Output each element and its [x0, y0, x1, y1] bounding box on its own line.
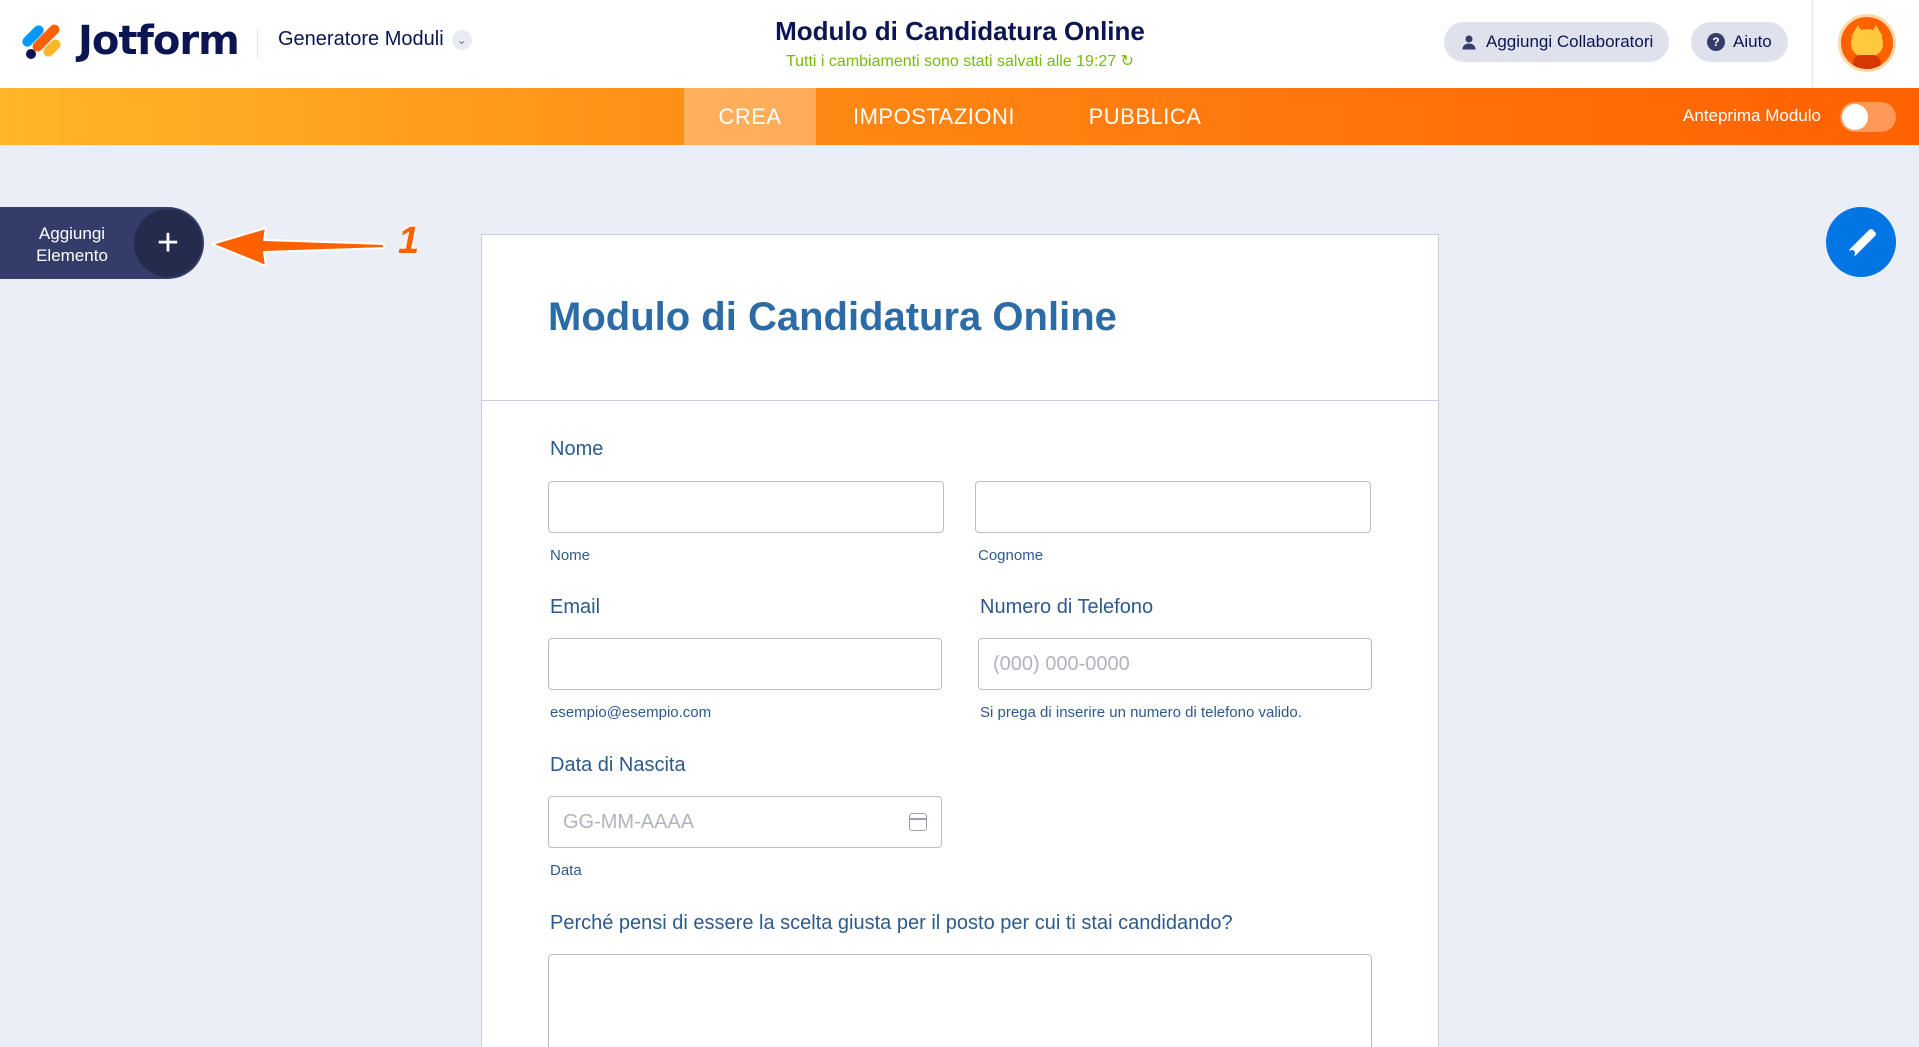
- motivation-label[interactable]: Perché pensi di essere la scelta giusta …: [550, 912, 1233, 935]
- help-label: Aiuto: [1733, 32, 1772, 51]
- chevron-down-icon: ⌄: [451, 29, 472, 50]
- save-status: Tutti i cambiamenti sono stati salvati a…: [785, 53, 1135, 70]
- brand-name: Jotform: [78, 18, 240, 64]
- add-collaborators-label: Aggiungi Collaboratori: [1486, 32, 1654, 51]
- birthdate-placeholder: GG-MM-AAAA: [563, 810, 695, 833]
- add-element-button[interactable]: Aggiungi Elemento +: [0, 207, 204, 279]
- form-preview-label: Anteprima Modulo: [1683, 106, 1821, 125]
- motivation-textarea[interactable]: [548, 954, 1372, 1047]
- form-title-block: Modulo di Candidatura Online Tutti i cam…: [700, 16, 1220, 71]
- form-heading[interactable]: Modulo di Candidatura Online: [548, 295, 1117, 340]
- name-label[interactable]: Nome: [550, 438, 603, 461]
- paint-brush-icon: [1849, 229, 1876, 256]
- divider: [1812, 0, 1813, 88]
- add-collaborators-button[interactable]: Aggiungi Collaboratori: [1444, 22, 1670, 62]
- divider: [257, 28, 258, 58]
- tab-publish[interactable]: PUBBLICA: [1070, 88, 1220, 145]
- user-icon: [1460, 33, 1478, 51]
- form-header: Modulo di Candidatura Online: [482, 235, 1438, 401]
- builder-nav-bar: CREA IMPOSTAZIONI PUBBLICA: [0, 88, 1919, 145]
- calendar-icon[interactable]: [909, 813, 927, 831]
- first-name-input[interactable]: [548, 481, 944, 533]
- birthdate-field[interactable]: GG-MM-AAAA: [548, 796, 942, 848]
- form-builder-dropdown[interactable]: Generatore Moduli ⌄: [278, 28, 472, 51]
- jotform-logo-icon: [20, 21, 63, 61]
- annotation-number: 1: [398, 220, 420, 262]
- phone-placeholder: (000) 000-0000: [993, 652, 1130, 675]
- email-label[interactable]: Email: [550, 596, 600, 619]
- form-card: Modulo di Candidatura Online Nome Nome C…: [481, 234, 1439, 1047]
- tab-settings[interactable]: IMPOSTAZIONI: [834, 88, 1034, 145]
- tab-build[interactable]: CREA: [684, 88, 816, 145]
- phone-sublabel: Si prega di inserire un numero di telefo…: [980, 704, 1302, 721]
- question-icon: ?: [1707, 33, 1725, 51]
- birthdate-label[interactable]: Data di Nascita: [550, 754, 686, 777]
- plus-icon[interactable]: +: [134, 209, 202, 277]
- email-field[interactable]: [548, 638, 942, 690]
- first-name-sublabel: Nome: [550, 547, 591, 564]
- last-name-sublabel: Cognome: [978, 547, 1044, 564]
- email-sublabel: esempio@esempio.com: [550, 704, 712, 721]
- toggle-knob: [1842, 104, 1868, 130]
- top-bar: Jotform Generatore Moduli ⌄ Modulo di Ca…: [0, 0, 1919, 88]
- form-preview-toggle[interactable]: [1840, 102, 1896, 132]
- jotform-logo[interactable]: Jotform: [20, 18, 240, 64]
- page-title[interactable]: Modulo di Candidatura Online: [700, 16, 1220, 47]
- phone-field[interactable]: (000) 000-0000: [978, 638, 1372, 690]
- phone-label[interactable]: Numero di Telefono: [980, 596, 1153, 619]
- birthdate-sublabel: Data: [550, 862, 582, 879]
- form-designer-button[interactable]: [1826, 207, 1896, 277]
- avatar[interactable]: [1838, 14, 1896, 72]
- last-name-input[interactable]: [975, 481, 1371, 533]
- help-button[interactable]: ? Aiuto: [1691, 22, 1788, 62]
- builder-label: Generatore Moduli: [278, 28, 444, 50]
- annotation-arrow-icon: [211, 227, 385, 267]
- add-element-label: Aggiungi Elemento: [36, 224, 108, 265]
